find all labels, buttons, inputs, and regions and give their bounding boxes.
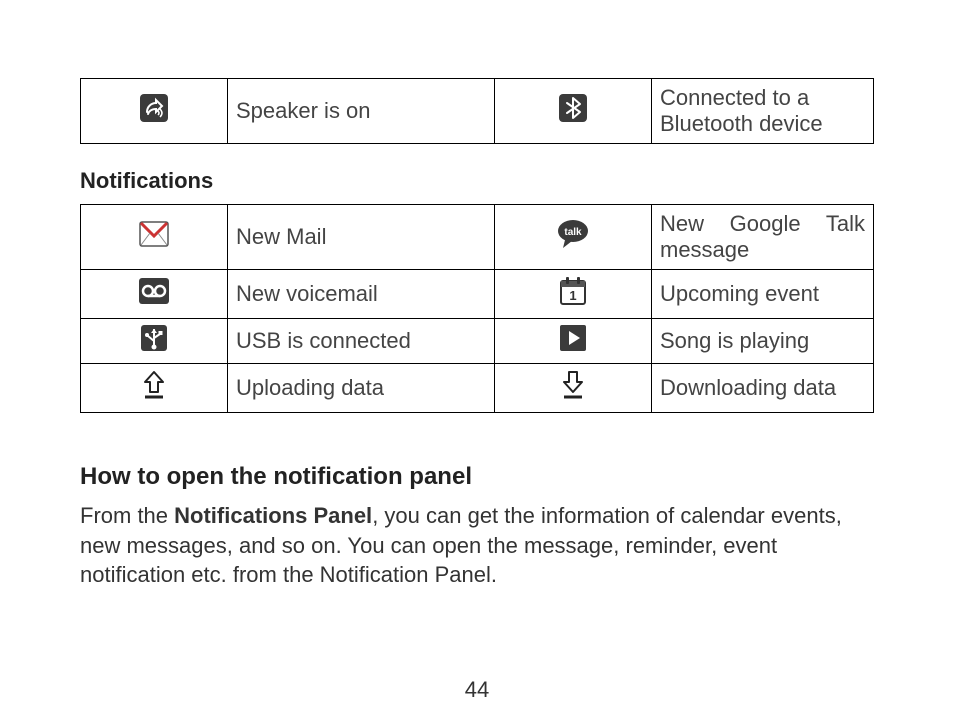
howto-body: From the Notifications Panel, you can ge… <box>80 501 874 590</box>
bluetooth-icon <box>559 94 587 128</box>
table-row: Speaker is on Connected to a Bluetooth d… <box>81 79 874 144</box>
cell-icon <box>81 364 228 413</box>
play-icon <box>560 325 586 357</box>
download-icon <box>560 370 586 406</box>
cell-label: New Google Talk message <box>652 205 874 270</box>
usb-icon <box>141 325 167 357</box>
cell-icon <box>495 364 652 413</box>
calendar-icon: 1 <box>559 276 587 312</box>
table-row: New Mail talk New Google Talk message <box>81 205 874 270</box>
cell-icon <box>81 319 228 364</box>
status-icons-table: Speaker is on Connected to a Bluetooth d… <box>80 78 874 144</box>
table-row: New voicemail 1 Upcoming event <box>81 270 874 319</box>
body-text: From the <box>80 503 174 528</box>
cell-label: Upcoming event <box>652 270 874 319</box>
mail-icon <box>139 221 169 253</box>
svg-text:1: 1 <box>569 288 576 303</box>
cell-icon: 1 <box>495 270 652 319</box>
cell-label: Song is playing <box>652 319 874 364</box>
howto-heading: How to open the notification panel <box>80 463 874 491</box>
svg-text:talk: talk <box>564 227 582 238</box>
talk-icon: talk <box>556 218 590 256</box>
cell-label: New Mail <box>228 205 495 270</box>
upload-icon <box>141 370 167 406</box>
body-bold: Notifications Panel <box>174 503 372 528</box>
cell-label: Downloading data <box>652 364 874 413</box>
cell-icon <box>81 79 228 144</box>
notifications-heading: Notifications <box>80 168 874 194</box>
cell-icon: talk <box>495 205 652 270</box>
cell-icon <box>81 270 228 319</box>
voicemail-icon <box>139 278 169 310</box>
notifications-table: New Mail talk New Google Talk message <box>80 204 874 413</box>
cell-label: Speaker is on <box>228 79 495 144</box>
cell-icon <box>81 205 228 270</box>
cell-label: New voicemail <box>228 270 495 319</box>
page-number: 44 <box>0 677 954 703</box>
cell-icon <box>495 319 652 364</box>
cell-icon <box>495 79 652 144</box>
speaker-icon <box>140 94 168 128</box>
cell-label: Connected to a Bluetooth device <box>652 79 874 144</box>
cell-label: Uploading data <box>228 364 495 413</box>
cell-label: USB is connected <box>228 319 495 364</box>
table-row: USB is connected Song is playing <box>81 319 874 364</box>
table-row: Uploading data Downloading data <box>81 364 874 413</box>
manual-page: Speaker is on Connected to a Bluetooth d… <box>0 0 954 727</box>
